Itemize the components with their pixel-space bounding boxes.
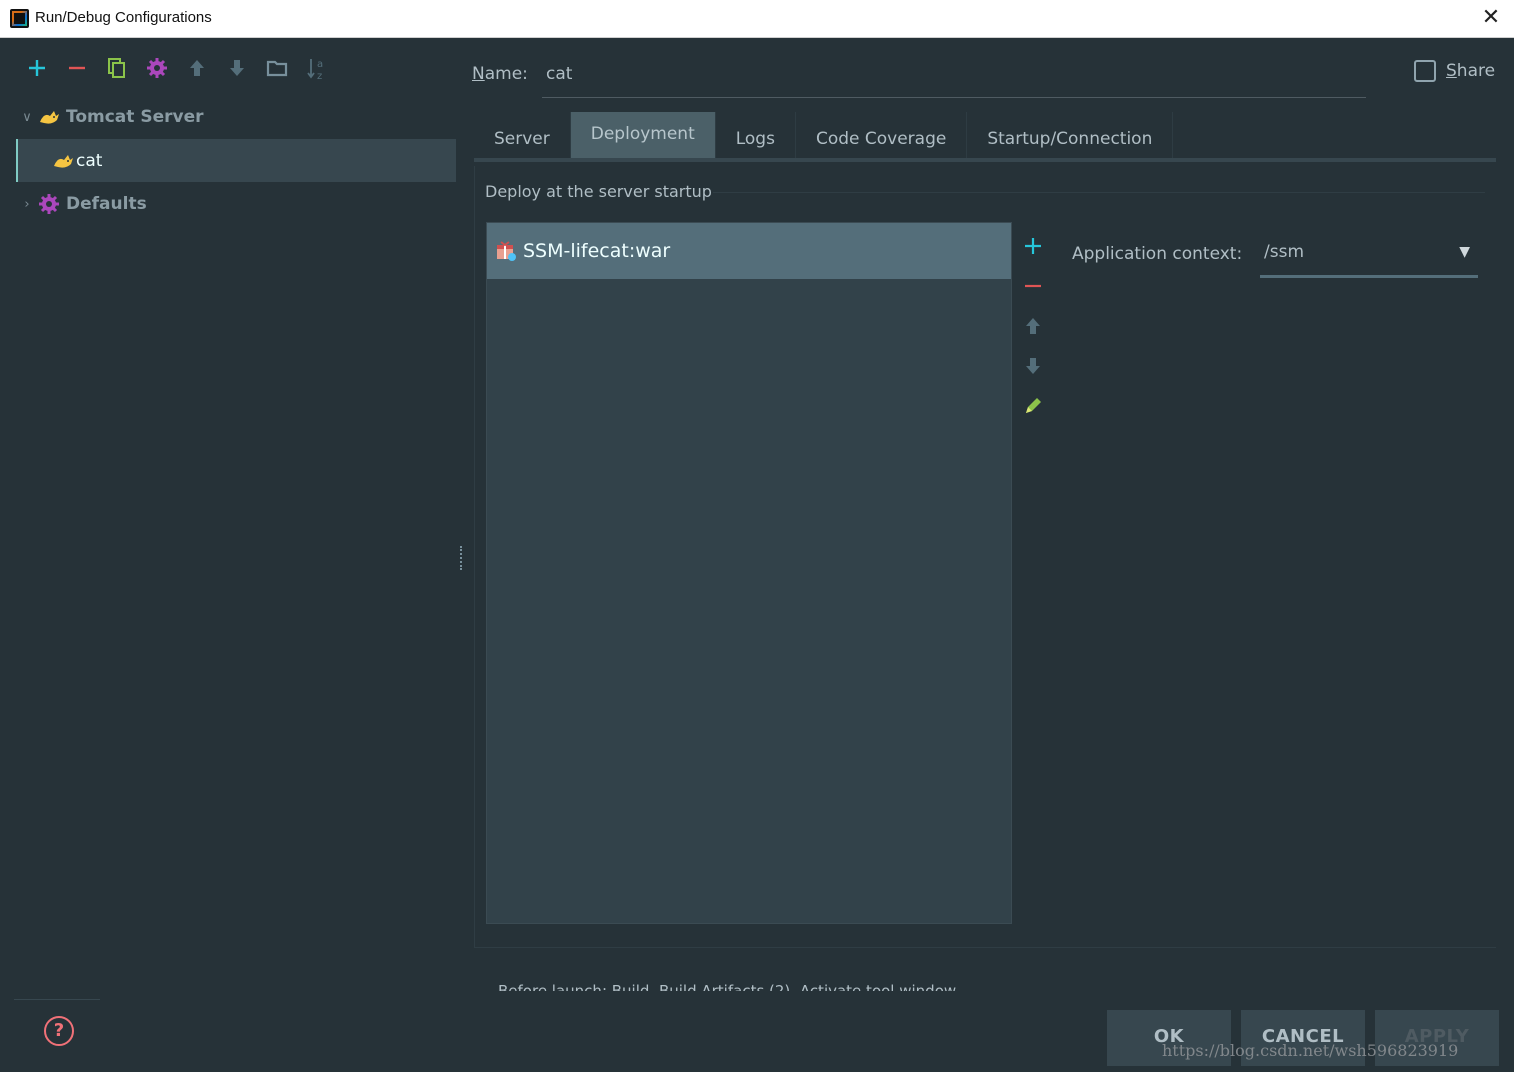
application-context-label: Application context: <box>1072 244 1243 264</box>
remove-config-button[interactable] <box>58 52 98 84</box>
copy-config-button[interactable] <box>98 52 138 84</box>
sort-button[interactable]: az <box>298 52 338 84</box>
settings-icon <box>39 194 59 214</box>
tree-item-cat[interactable]: cat <box>16 139 456 182</box>
war-artifact-icon <box>497 241 516 261</box>
add-config-button[interactable] <box>18 52 58 84</box>
tree-group-defaults[interactable]: › Defaults <box>16 182 456 226</box>
config-editor: Name: cat Share Server Deployment Logs C… <box>462 38 1514 1072</box>
move-down-button[interactable] <box>1018 346 1048 386</box>
tomcat-icon <box>54 154 73 168</box>
settings-icon <box>147 58 167 78</box>
close-icon[interactable]: ✕ <box>1476 3 1506 33</box>
artifact-list[interactable]: SSM-lifecat:war <box>486 222 1012 924</box>
remove-icon <box>1025 284 1041 288</box>
config-tree: ∨ Tomcat Server cat › Defaults <box>16 95 456 226</box>
tab-deployment[interactable]: Deployment <box>570 112 716 158</box>
configurations-sidebar: az ∨ Tomcat Server cat › Defaults ? <box>0 38 462 1072</box>
tree-item-label: cat <box>76 150 103 171</box>
tree-group-label: Tomcat Server <box>66 107 204 127</box>
add-artifact-button[interactable] <box>1018 226 1048 266</box>
divider <box>713 192 1485 193</box>
svg-text:z: z <box>317 71 322 81</box>
artifact-label: SSM-lifecat:war <box>523 240 671 262</box>
folder-icon <box>266 60 288 77</box>
window-title: Run/Debug Configurations <box>35 9 212 26</box>
config-toolbar: az <box>18 52 338 84</box>
deployment-panel: Deploy at the server startup SSM-lifecat… <box>474 166 1496 948</box>
intellij-app-icon <box>10 9 29 28</box>
move-up-button[interactable] <box>178 52 218 84</box>
svg-text:a: a <box>317 59 323 70</box>
chevron-down-icon[interactable]: ▼ <box>1459 244 1470 260</box>
move-down-icon <box>1026 358 1040 374</box>
config-tabs: Server Deployment Logs Code Coverage Sta… <box>474 112 1496 162</box>
checkbox-icon[interactable] <box>1414 60 1436 82</box>
application-context-value: /ssm <box>1264 242 1305 262</box>
chevron-right-icon[interactable]: › <box>16 197 38 212</box>
before-launch-header[interactable]: Before launch: Build, Build Artifacts (2… <box>498 980 956 991</box>
edit-defaults-button[interactable] <box>138 52 178 84</box>
chevron-down-icon[interactable]: ∨ <box>16 110 38 125</box>
tab-code-coverage[interactable]: Code Coverage <box>796 112 968 158</box>
copy-icon <box>108 58 125 78</box>
remove-artifact-button[interactable] <box>1018 266 1048 306</box>
tree-group-tomcat-server[interactable]: ∨ Tomcat Server <box>16 95 456 139</box>
divider <box>14 999 100 1000</box>
remove-icon <box>69 66 85 70</box>
tab-logs[interactable]: Logs <box>716 112 796 158</box>
section-title: Deploy at the server startup <box>485 182 712 201</box>
name-label: Name: <box>472 64 528 84</box>
share-label: Share <box>1446 61 1496 81</box>
help-icon[interactable]: ? <box>44 1016 74 1046</box>
add-icon <box>1025 238 1041 254</box>
pencil-icon <box>1026 398 1041 413</box>
tree-group-label: Defaults <box>66 194 147 214</box>
title-bar: Run/Debug Configurations ✕ <box>0 0 1514 38</box>
tomcat-icon <box>40 111 59 124</box>
move-down-button[interactable] <box>218 52 258 84</box>
edit-artifact-button[interactable] <box>1018 386 1048 426</box>
tab-server[interactable]: Server <box>474 112 571 158</box>
share-checkbox[interactable]: Share <box>1414 60 1495 82</box>
move-down-icon <box>230 60 244 76</box>
list-item[interactable]: SSM-lifecat:war <box>487 223 1011 279</box>
sort-alpha-icon: az <box>307 59 323 81</box>
move-up-button[interactable] <box>1018 306 1048 346</box>
folder-button[interactable] <box>258 52 298 84</box>
tab-startup-connection[interactable]: Startup/Connection <box>967 112 1174 158</box>
move-up-icon <box>1026 318 1040 334</box>
name-field[interactable]: cat <box>542 60 1366 98</box>
artifact-toolbar <box>1018 226 1048 426</box>
watermark: https://blog.csdn.net/wsh596823919 <box>1162 1041 1459 1060</box>
add-icon <box>29 60 45 76</box>
move-up-icon <box>190 60 204 76</box>
application-context-select[interactable]: /ssm ▼ <box>1260 234 1478 278</box>
